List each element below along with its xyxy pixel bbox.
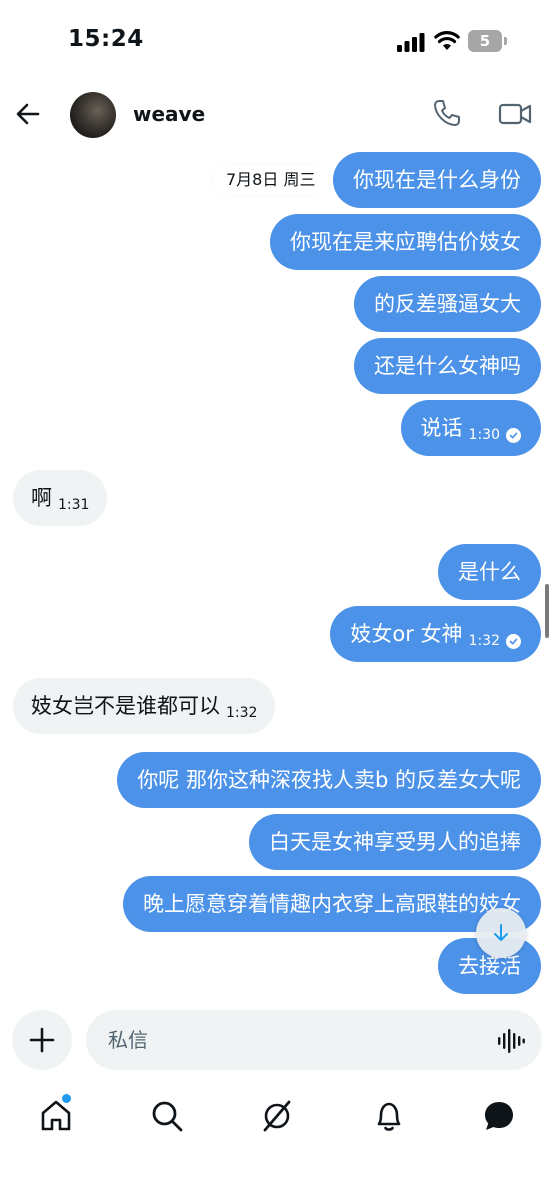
message-list[interactable]: 7月8日 周三 你现在是什么身份你现在是来应聘估价妓女的反差骚逼女大 还是什么女神… <box>0 148 554 998</box>
scrollbar[interactable] <box>545 584 549 638</box>
bottom-tab-bar <box>0 1090 554 1150</box>
chat-header: weave <box>0 84 554 148</box>
cellular-signal-icon <box>397 33 425 52</box>
message-text: 白天是女神享受男人的追捧 <box>269 830 521 854</box>
outgoing-message[interactable]: 晚上愿意穿着情趣内衣穿上高跟鞋的妓女 <box>0 876 554 932</box>
message-bubble[interactable]: 的反差骚逼女大 <box>354 276 541 332</box>
outgoing-message[interactable]: 是什么 <box>0 544 554 600</box>
read-receipt-icon <box>506 633 521 649</box>
video-call-icon[interactable] <box>498 100 532 128</box>
message-bubble[interactable]: 啊 1:31 <box>13 470 108 526</box>
message-text: 你现在是来应聘估价妓女 <box>290 230 521 254</box>
message-text: 晚上愿意穿着情趣内衣穿上高跟鞋的妓女 <box>143 892 521 916</box>
date-divider: 7月8日 周三 <box>212 164 330 196</box>
message-timestamp: 1:31 <box>58 497 90 513</box>
battery-level: 5 <box>468 30 502 52</box>
message-timestamp: 1:30 <box>468 427 500 443</box>
status-bar: 15:24 5 <box>0 0 554 84</box>
message-text: 说话 <box>420 416 463 440</box>
search-icon[interactable] <box>149 1098 185 1134</box>
home-icon[interactable] <box>38 1098 74 1134</box>
message-timestamp: 1:32 <box>468 633 500 649</box>
message-timestamp: 1:32 <box>226 705 258 721</box>
scroll-to-bottom-button[interactable] <box>476 908 526 958</box>
outgoing-message[interactable]: 你呢 那你这种深夜找人卖b 的反差女大呢 <box>0 752 554 808</box>
home-notification-dot <box>62 1094 71 1103</box>
message-bubble[interactable]: 你现在是来应聘估价妓女 <box>270 214 541 270</box>
back-arrow-icon[interactable] <box>14 100 42 128</box>
notifications-icon[interactable] <box>371 1098 407 1134</box>
arrow-down-icon <box>494 924 508 941</box>
voice-message-icon[interactable] <box>497 1028 525 1054</box>
add-attachment-button[interactable] <box>12 1010 72 1070</box>
message-text: 妓女or 女神 <box>350 622 463 646</box>
outgoing-message[interactable]: 白天是女神享受男人的追捧 <box>0 814 554 870</box>
outgoing-message[interactable]: 说话 1:30 <box>0 400 554 456</box>
message-text: 啊 <box>31 486 52 510</box>
message-bubble[interactable]: 是什么 <box>438 544 541 600</box>
outgoing-message[interactable]: 妓女or 女神 1:32 <box>0 606 554 662</box>
message-text: 去接活 <box>458 954 521 978</box>
incoming-message[interactable]: 妓女岂不是谁都可以 1:32 <box>0 678 554 734</box>
contact-name[interactable]: weave <box>133 102 205 126</box>
battery-icon: 5 <box>468 30 508 52</box>
message-bubble[interactable]: 白天是女神享受男人的追捧 <box>249 814 541 870</box>
message-text: 是什么 <box>458 560 521 584</box>
outgoing-message[interactable]: 的反差骚逼女大 <box>0 276 554 332</box>
incoming-message[interactable]: 啊 1:31 <box>0 470 554 526</box>
message-bubble[interactable]: 你呢 那你这种深夜找人卖b 的反差女大呢 <box>117 752 541 808</box>
message-bubble[interactable]: 说话 1:30 <box>400 400 541 456</box>
message-bubble[interactable]: 妓女岂不是谁都可以 1:32 <box>13 678 276 734</box>
message-text: 妓女岂不是谁都可以 <box>31 694 220 718</box>
composer <box>0 1006 554 1078</box>
grok-icon[interactable] <box>259 1098 295 1134</box>
message-bubble[interactable]: 你现在是什么身份 <box>333 152 541 208</box>
message-bubble[interactable]: 妓女or 女神 1:32 <box>330 606 541 662</box>
outgoing-message[interactable]: 去接活 <box>0 938 554 994</box>
messages-icon[interactable] <box>481 1098 517 1134</box>
message-text: 你现在是什么身份 <box>353 168 521 192</box>
contact-avatar[interactable] <box>70 92 116 138</box>
message-text: 你呢 那你这种深夜找人卖b 的反差女大呢 <box>137 768 521 792</box>
outgoing-message[interactable]: 还是什么女神吗 <box>0 338 554 394</box>
message-bubble[interactable]: 还是什么女神吗 <box>354 338 541 394</box>
wifi-icon <box>434 31 460 50</box>
outgoing-message[interactable]: 你现在是来应聘估价妓女 <box>0 214 554 270</box>
message-input[interactable] <box>86 1010 542 1070</box>
phone-call-icon[interactable] <box>432 98 462 128</box>
read-receipt-icon <box>506 427 521 443</box>
status-time: 15:24 <box>68 26 144 52</box>
plus-icon <box>29 1027 55 1053</box>
message-text: 还是什么女神吗 <box>374 354 521 378</box>
message-text: 的反差骚逼女大 <box>374 292 521 316</box>
